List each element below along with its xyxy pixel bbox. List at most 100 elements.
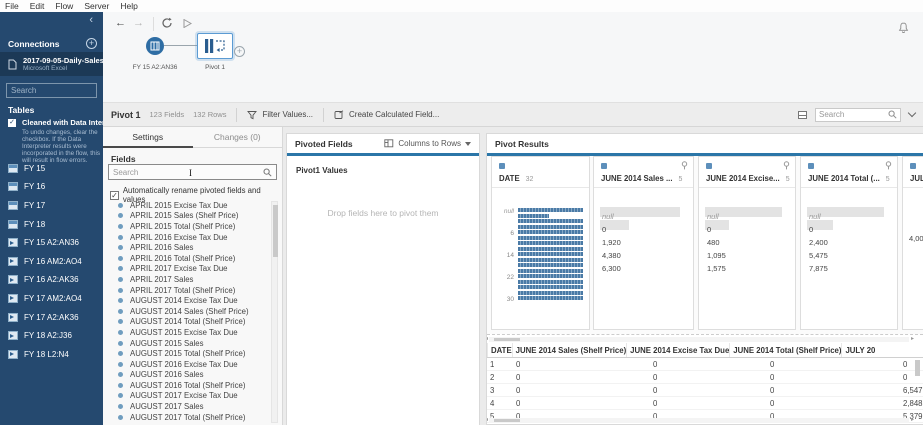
redo-icon[interactable]: →: [133, 17, 144, 29]
field-list-item[interactable]: AUGUST 2015 Excise Tax Due: [103, 327, 270, 338]
histogram-bar[interactable]: [518, 291, 583, 295]
histogram-bar[interactable]: [518, 296, 583, 300]
sidebar-search[interactable]: [6, 83, 97, 98]
histogram-bar[interactable]: [518, 247, 583, 251]
pin-icon[interactable]: [681, 161, 688, 170]
field-list-item[interactable]: APRIL 2015 Excise Tax Due: [103, 200, 270, 211]
menu-item[interactable]: File: [5, 1, 19, 12]
value-row[interactable]: 5,475: [807, 245, 891, 258]
table-list-item[interactable]: FY 15 A2:AN36: [0, 233, 103, 252]
table-list-item[interactable]: FY 18: [0, 215, 103, 234]
view-toggle-icon[interactable]: [798, 111, 807, 119]
refresh-icon[interactable]: [161, 17, 173, 29]
data-interpreter-checkbox[interactable]: ✓: [8, 119, 16, 127]
table-list-item[interactable]: FY 17: [0, 196, 103, 215]
grid-column-header[interactable]: JUNE 2014 Total (Shelf Price): [729, 343, 841, 357]
table-list-item[interactable]: FY 15: [0, 159, 103, 178]
scrollbar-thumb[interactable]: [273, 205, 278, 257]
field-list-item[interactable]: APRIL 2016 Total (Shelf Price): [103, 253, 270, 264]
field-list-item[interactable]: APRIL 2017 Excise Tax Due: [103, 264, 270, 275]
field-list-item[interactable]: APRIL 2017 Sales: [103, 274, 270, 285]
histogram-bar[interactable]: [518, 208, 583, 212]
menu-item[interactable]: Server: [84, 1, 109, 12]
sidebar-search-input[interactable]: [7, 86, 103, 95]
grid-column-header[interactable]: JUNE 2014 Excise Tax Due: [626, 343, 729, 357]
grid-column-header[interactable]: JUNE 2014 Sales (Shelf Price): [512, 343, 627, 357]
histogram-bar[interactable]: [518, 285, 583, 289]
value-row[interactable]: 1,095: [705, 245, 789, 258]
histogram-bar[interactable]: [518, 269, 583, 273]
pivot-mode-dropdown[interactable]: Columns to Rows: [384, 139, 471, 148]
scroll-right-icon[interactable]: ▸: [911, 416, 914, 423]
scrollbar-thumb[interactable]: [494, 338, 520, 342]
profile-card-june-total[interactable]: JUNE 2014 Total (...5 null02,4005,4757,8…: [800, 156, 898, 330]
field-list-item[interactable]: APRIL 2017 Total (Shelf Price): [103, 285, 270, 296]
value-row[interactable]: null: [807, 206, 891, 219]
histogram-bar[interactable]: [518, 274, 583, 278]
grid-row[interactable]: 2 0 0 0 0: [487, 371, 923, 384]
histogram-bar[interactable]: [518, 263, 583, 267]
connection-item[interactable]: 2017-09-05-Daily-Sales... Microsoft Exce…: [0, 52, 103, 76]
value-row[interactable]: 7,875: [807, 258, 891, 271]
scroll-left-icon[interactable]: ◂: [486, 416, 488, 423]
field-list-item[interactable]: AUGUST 2017 Sales: [103, 401, 270, 412]
vertical-scrollbar[interactable]: [915, 360, 920, 418]
field-list-item[interactable]: AUGUST 2014 Total (Shelf Price): [103, 317, 270, 328]
tab-settings[interactable]: Settings: [103, 127, 193, 148]
histogram-bar[interactable]: [518, 280, 583, 284]
value-row[interactable]: 1,575: [705, 258, 789, 271]
filter-values-button[interactable]: Filter Values...: [262, 110, 313, 119]
field-list-item[interactable]: AUGUST 2016 Total (Shelf Price): [103, 380, 270, 391]
value-row[interactable]: 2,400: [807, 232, 891, 245]
value-row[interactable]: 1,920: [600, 232, 687, 245]
value-row[interactable]: 0: [807, 219, 891, 232]
table-list-item[interactable]: FY 16 AM2:AO4: [0, 252, 103, 271]
histogram-bar[interactable]: [518, 214, 549, 218]
menu-item[interactable]: Help: [120, 1, 137, 12]
results-search-input[interactable]: [819, 110, 888, 119]
profile-card-june-excise[interactable]: JUNE 2014 Excise...5 null04801,0951,575: [698, 156, 796, 330]
horizontal-scrollbar[interactable]: ◂▸: [489, 418, 909, 423]
scrollbar-thumb[interactable]: [915, 360, 920, 376]
pin-icon[interactable]: [783, 161, 790, 170]
histogram-bar[interactable]: [518, 236, 583, 240]
run-flow-icon[interactable]: [183, 19, 192, 28]
fields-search[interactable]: I: [108, 164, 277, 180]
undo-icon[interactable]: ←: [115, 17, 126, 29]
filter-funnel-icon[interactable]: [247, 110, 257, 120]
table-list-item[interactable]: FY 18 L2:N4: [0, 345, 103, 364]
profile-card-date[interactable]: DATE32 null6142230: [491, 156, 590, 330]
histogram-bar[interactable]: [518, 258, 583, 262]
field-list-item[interactable]: APRIL 2015 Total (Shelf Price): [103, 221, 270, 232]
histogram-bar[interactable]: [518, 230, 583, 234]
value-row[interactable]: null: [600, 206, 687, 219]
field-list-item[interactable]: APRIL 2016 Sales: [103, 242, 270, 253]
value-row[interactable]: 6,300: [600, 258, 687, 271]
grid-column-header[interactable]: JULY 20: [841, 343, 875, 357]
field-list-item[interactable]: AUGUST 2017 Total (Shelf Price): [103, 412, 270, 423]
fields-scrollbar[interactable]: [271, 201, 278, 423]
add-connection-button[interactable]: +: [86, 38, 97, 49]
histogram-bar[interactable]: [518, 219, 583, 223]
pin-icon[interactable]: [885, 161, 892, 170]
field-list-item[interactable]: AUGUST 2015 Total (Shelf Price): [103, 348, 270, 359]
histogram-bar[interactable]: [518, 241, 583, 245]
fields-search-input[interactable]: [113, 168, 263, 177]
table-list-item[interactable]: FY 17 A2:AK36: [0, 308, 103, 327]
create-calculated-field-button[interactable]: Create Calculated Field...: [349, 110, 439, 119]
grid-row[interactable]: 3 0 0 0 6,547: [487, 384, 923, 397]
auto-rename-checkbox[interactable]: ✓: [110, 191, 119, 200]
menu-item[interactable]: Edit: [30, 1, 45, 12]
profile-card-june-sales[interactable]: JUNE 2014 Sales ...5 null01,9204,3806,30…: [593, 156, 694, 330]
value-row[interactable]: 0: [600, 219, 687, 232]
profile-card-july[interactable]: JULY 2... 4,000,: [902, 156, 923, 330]
menu-item[interactable]: Flow: [55, 1, 73, 12]
field-list-item[interactable]: AUGUST 2017 Excise Tax Due: [103, 391, 270, 402]
field-list-item[interactable]: APRIL 2015 Sales (Shelf Price): [103, 211, 270, 222]
field-list-item[interactable]: AUGUST 2015 Sales: [103, 338, 270, 349]
grid-row[interactable]: 4 0 0 0 2,848: [487, 397, 923, 410]
input-node[interactable]: [146, 37, 164, 55]
scroll-left-icon[interactable]: ◂: [486, 335, 488, 342]
value-row[interactable]: 0: [705, 219, 789, 232]
table-list-item[interactable]: FY 17 AM2:AO4: [0, 289, 103, 308]
